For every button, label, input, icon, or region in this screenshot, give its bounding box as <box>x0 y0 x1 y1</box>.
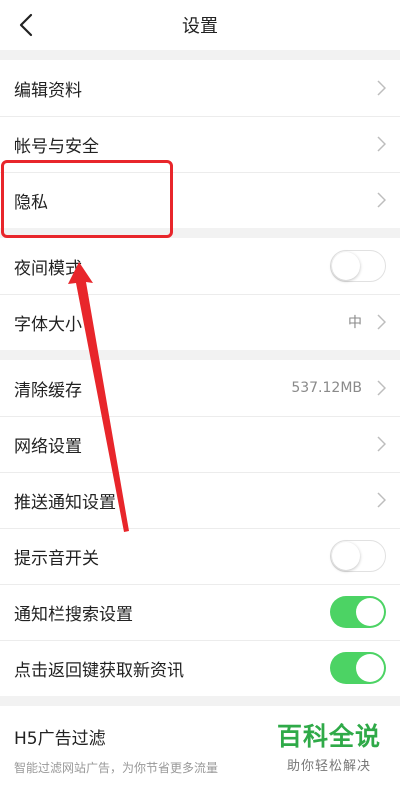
font-size-value: 中 <box>348 315 362 331</box>
chevron-right-icon <box>372 191 386 209</box>
watermark-logo: 百科全说 助你轻松解决 <box>274 717 384 774</box>
back-button[interactable] <box>8 7 44 43</box>
toggle-knob <box>332 252 360 280</box>
row-label: 推送通知设置 <box>14 492 116 513</box>
font-size-row[interactable]: 字体大小 中 <box>0 294 400 350</box>
night-mode-row: 夜间模式 <box>0 238 400 294</box>
chevron-right-icon <box>372 313 386 331</box>
chevron-left-icon <box>19 13 33 37</box>
watermark-title: 百科全说 <box>276 722 381 751</box>
chevron-right-icon <box>372 435 386 453</box>
clear-cache-row[interactable]: 清除缓存 537.12MB <box>0 360 400 416</box>
row-label: 通知栏搜索设置 <box>14 604 133 625</box>
sound-toggle[interactable] <box>330 540 386 572</box>
nav-bar: 设置 <box>0 0 400 50</box>
watermark-subtitle: 助你轻松解决 <box>286 759 371 774</box>
display-group: 夜间模式 字体大小 中 <box>0 238 400 350</box>
chevron-right-icon <box>372 491 386 509</box>
row-label: 夜间模式 <box>14 258 82 279</box>
sound-row: 提示音开关 <box>0 528 400 584</box>
general-group: 清除缓存 537.12MB 网络设置 推送通知设置 提示音开关 通知栏搜索设置 … <box>0 360 400 696</box>
toggle-knob <box>356 654 384 682</box>
row-label: 提示音开关 <box>14 548 99 569</box>
row-label: 字体大小 <box>14 314 82 335</box>
toggle-knob <box>332 542 360 570</box>
toggle-knob <box>356 598 384 626</box>
back-refresh-row: 点击返回键获取新资讯 <box>0 640 400 696</box>
row-label: 帐号与安全 <box>14 136 99 157</box>
edit-profile-row[interactable]: 编辑资料 <box>0 60 400 116</box>
night-mode-toggle[interactable] <box>330 250 386 282</box>
back-refresh-toggle[interactable] <box>330 652 386 684</box>
page-title: 设置 <box>182 16 218 37</box>
network-settings-row[interactable]: 网络设置 <box>0 416 400 472</box>
notification-search-row: 通知栏搜索设置 <box>0 584 400 640</box>
row-label: 点击返回键获取新资讯 <box>14 660 184 681</box>
chevron-right-icon <box>372 379 386 397</box>
push-settings-row[interactable]: 推送通知设置 <box>0 472 400 528</box>
cache-size-value: 537.12MB <box>291 380 362 396</box>
row-label: 网络设置 <box>14 436 82 457</box>
privacy-highlight-box <box>1 160 173 238</box>
notification-search-toggle[interactable] <box>330 596 386 628</box>
row-label: 编辑资料 <box>14 80 82 101</box>
row-label: 清除缓存 <box>14 380 82 401</box>
chevron-right-icon <box>372 135 386 153</box>
chevron-right-icon <box>372 79 386 97</box>
